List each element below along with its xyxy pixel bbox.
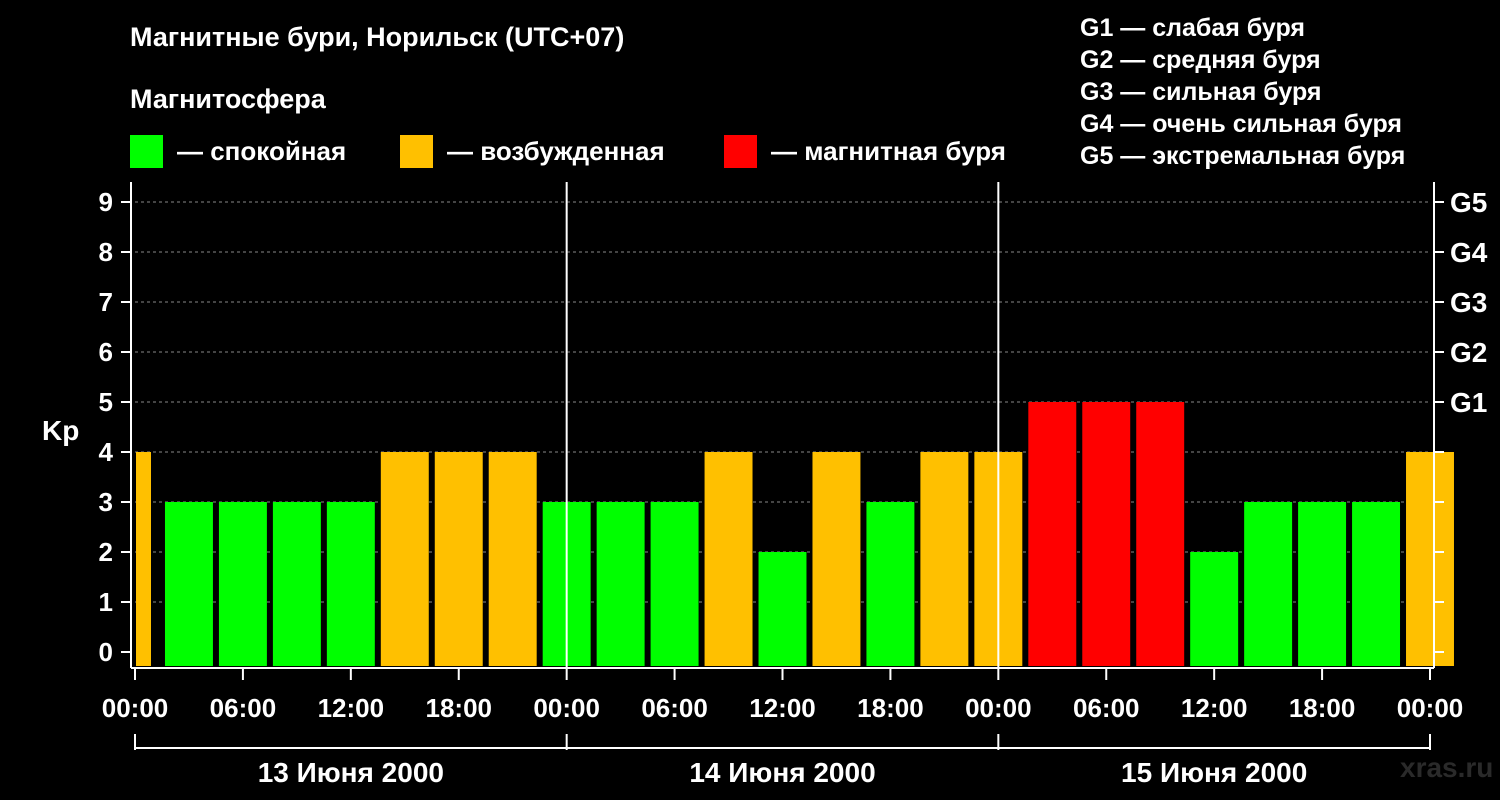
kp-bar [1406, 452, 1454, 666]
day-label: 14 Июня 2000 [689, 757, 875, 788]
kp-bar [1190, 552, 1239, 666]
x-tick-label: 06:00 [1073, 693, 1140, 723]
watermark: xras.ru [1400, 752, 1494, 783]
g-level-label: G2 [1450, 337, 1487, 368]
x-tick-label: 00:00 [965, 693, 1032, 723]
x-tick-label: 12:00 [318, 693, 385, 723]
y-tick-label: 4 [99, 437, 114, 467]
y-tick-label: 5 [99, 387, 113, 417]
y-tick-label: 7 [99, 287, 113, 317]
g-level-label: G5 [1450, 187, 1487, 218]
kp-bar [380, 452, 429, 666]
kp-bar [164, 502, 213, 666]
g-level-label: G1 [1450, 387, 1487, 418]
kp-bar [1352, 502, 1401, 666]
x-tick-label: 12:00 [749, 693, 816, 723]
kp-bar [1136, 402, 1185, 666]
y-tick-label: 1 [99, 587, 113, 617]
kp-bar [272, 502, 321, 666]
y-tick-label: 8 [99, 237, 113, 267]
kp-bar [1082, 402, 1131, 666]
y-tick-label: 0 [99, 637, 113, 667]
x-tick-label: 00:00 [1397, 693, 1464, 723]
y-tick-label: 3 [99, 487, 113, 517]
kp-bar [434, 452, 483, 666]
y-tick-label: 9 [99, 187, 113, 217]
kp-bar [812, 452, 861, 666]
x-tick-label: 06:00 [210, 693, 277, 723]
x-tick-label: 12:00 [1181, 693, 1248, 723]
x-tick-label: 00:00 [533, 693, 600, 723]
kp-bar [218, 502, 267, 666]
g-level-label: G4 [1450, 237, 1488, 268]
day-label: 15 Июня 2000 [1121, 757, 1307, 788]
x-tick-label: 18:00 [426, 693, 493, 723]
kp-bar [704, 452, 753, 666]
x-tick-label: 06:00 [641, 693, 708, 723]
kp-bar [136, 452, 151, 666]
x-tick-label: 18:00 [857, 693, 924, 723]
x-tick-label: 18:00 [1289, 693, 1356, 723]
kp-bar [326, 502, 375, 666]
y-axis-label: Kp [42, 415, 79, 446]
g-level-label: G3 [1450, 287, 1487, 318]
kp-bar [1244, 502, 1293, 666]
kp-bar [650, 502, 699, 666]
kp-bar [758, 552, 807, 666]
kp-bar [596, 502, 645, 666]
day-label: 13 Июня 2000 [258, 757, 444, 788]
kp-bar [1028, 402, 1077, 666]
kp-bar [1298, 502, 1347, 666]
kp-bar [488, 452, 537, 666]
y-tick-label: 2 [99, 537, 113, 567]
kp-bar [920, 452, 969, 666]
kp-bar-chart: 0 1 2 3 4 5 6 7 8 9 Kp G1 G2 G3 G4 G5 00:00 06:00 12:00 18:… [42, 182, 1488, 788]
x-tick-label: 00:00 [102, 693, 169, 723]
y-tick-label: 6 [99, 337, 113, 367]
kp-bar [866, 502, 915, 666]
